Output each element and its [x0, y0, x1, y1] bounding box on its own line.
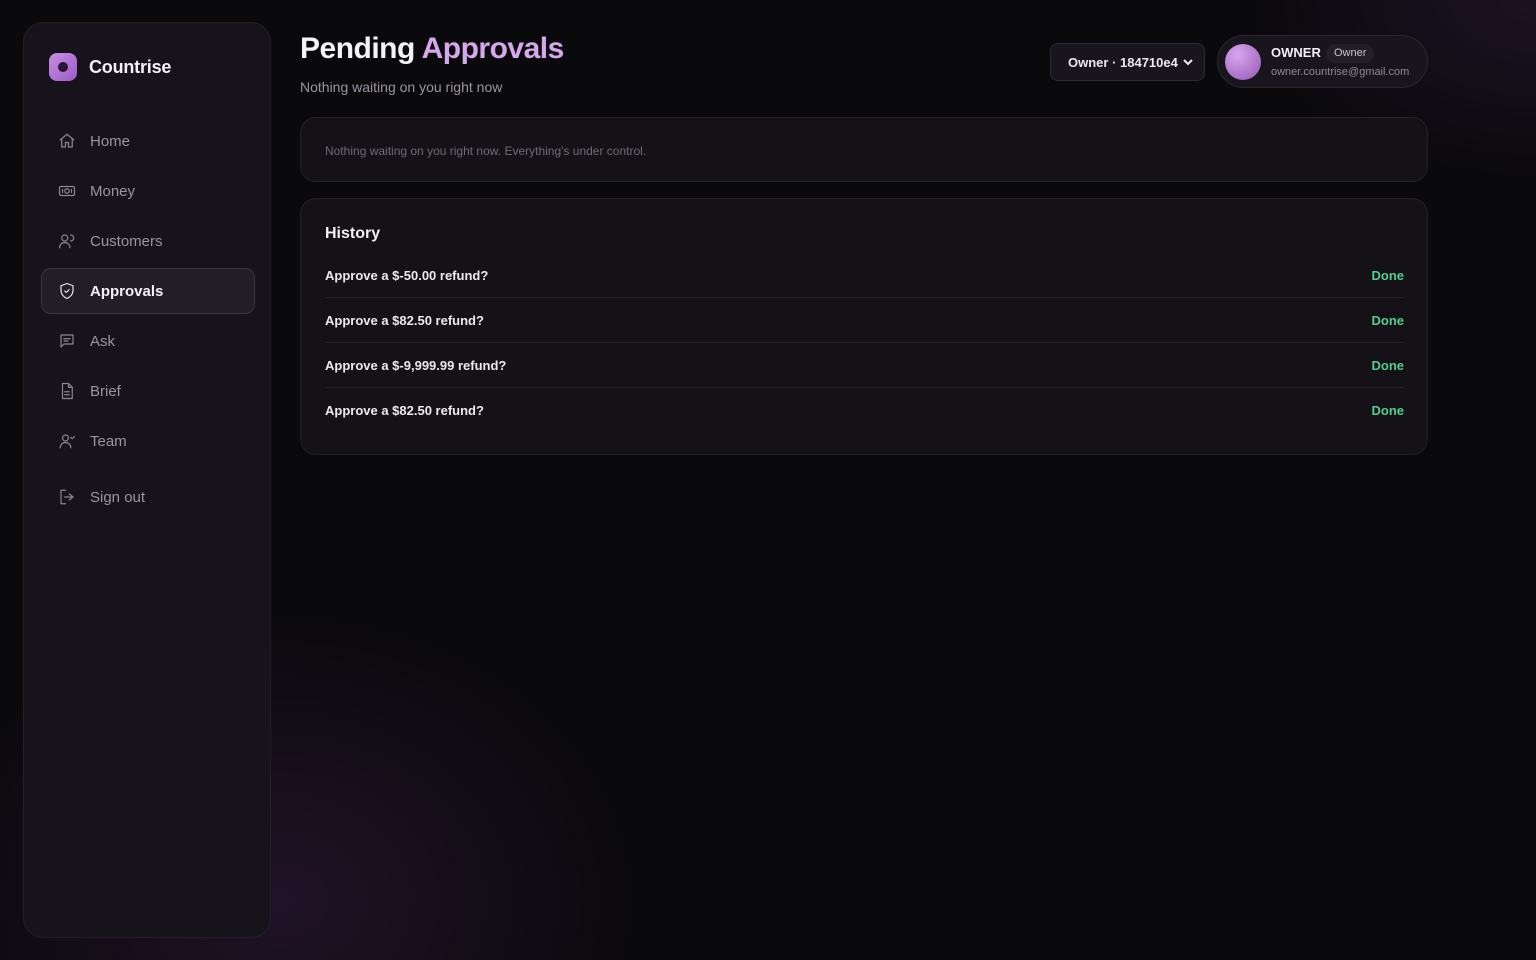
history-question: Approve a $-9,999.99 refund?	[325, 357, 507, 373]
sidebar-item-label: Money	[90, 182, 136, 200]
history-row[interactable]: Approve a $-9,999.99 refund? Done	[325, 343, 1404, 388]
sidebar-item-label: Customers	[90, 232, 163, 250]
history-question: Approve a $82.50 refund?	[325, 312, 484, 328]
money-icon	[58, 182, 76, 200]
brand-name: Countrise	[89, 56, 172, 77]
history-row[interactable]: Approve a $82.50 refund? Done	[325, 298, 1404, 343]
shield-check-icon	[58, 282, 76, 300]
team-icon	[58, 432, 76, 450]
sign-out-label: Sign out	[90, 488, 146, 506]
user-email: owner.countrise@gmail.com	[1271, 66, 1410, 78]
role-badge: Owner	[1326, 44, 1375, 63]
pending-empty-state: Nothing waiting on you right now. Everyt…	[300, 117, 1428, 182]
sidebar-item-team[interactable]: Team	[41, 418, 255, 464]
sidebar-item-customers[interactable]: Customers	[41, 218, 255, 264]
sign-out-icon	[58, 488, 76, 506]
sidebar-item-label: Team	[90, 432, 127, 450]
history-title: History	[325, 225, 381, 242]
sidebar-item-approvals[interactable]: Approvals	[41, 268, 255, 314]
status-badge: Done	[1371, 357, 1405, 373]
page-title-main: Pending	[300, 32, 415, 65]
page-title: Pending Approvals	[300, 32, 564, 66]
page-subtitle: Nothing waiting on you right now	[300, 79, 503, 95]
sidebar-item-brief[interactable]: Brief	[41, 368, 255, 414]
empty-state-text: Nothing waiting on you right now. Everyt…	[325, 144, 647, 158]
customers-icon	[58, 232, 76, 250]
org-select[interactable]: Owner · 184710e4	[1050, 43, 1205, 81]
home-icon	[58, 132, 76, 150]
status-badge: Done	[1371, 312, 1405, 328]
status-badge: Done	[1371, 403, 1405, 418]
sidebar-item-home[interactable]: Home	[41, 118, 255, 164]
history-row[interactable]: Approve a $-50.00 refund? Done	[325, 253, 1404, 298]
sidebar: Countrise Home Money Customers Approvals	[23, 22, 271, 938]
brand-logo-icon	[49, 53, 77, 81]
org-select-value: Owner · 184710e4	[1068, 54, 1178, 70]
history-question: Approve a $-50.00 refund?	[325, 267, 489, 283]
page-title-accent: Approvals	[421, 32, 565, 65]
user-name: OWNER	[1271, 45, 1321, 60]
sign-out-button[interactable]: Sign out	[41, 474, 255, 520]
sidebar-item-money[interactable]: Money	[41, 168, 255, 214]
sidebar-item-label: Approvals	[90, 282, 164, 300]
sidebar-item-label: Home	[90, 132, 131, 150]
sidebar-nav: Home Money Customers Approvals Ask Brief…	[41, 118, 255, 524]
brand[interactable]: Countrise	[49, 53, 171, 81]
avatar	[1225, 44, 1261, 80]
chat-icon	[58, 332, 76, 350]
history-list: Approve a $-50.00 refund? Done Approve a…	[325, 253, 1404, 433]
status-badge: Done	[1371, 267, 1405, 283]
chevron-down-icon	[1183, 59, 1193, 66]
history-row[interactable]: Approve a $82.50 refund? Done	[325, 388, 1404, 433]
history-panel: History Approve a $-50.00 refund? Done A…	[300, 198, 1428, 455]
user-menu[interactable]: OWNER Owner owner.countrise@gmail.com	[1217, 35, 1428, 88]
history-question: Approve a $82.50 refund?	[325, 403, 484, 418]
sidebar-item-ask[interactable]: Ask	[41, 318, 255, 364]
sidebar-item-label: Brief	[90, 382, 121, 400]
document-icon	[58, 382, 76, 400]
sidebar-item-label: Ask	[90, 332, 116, 350]
